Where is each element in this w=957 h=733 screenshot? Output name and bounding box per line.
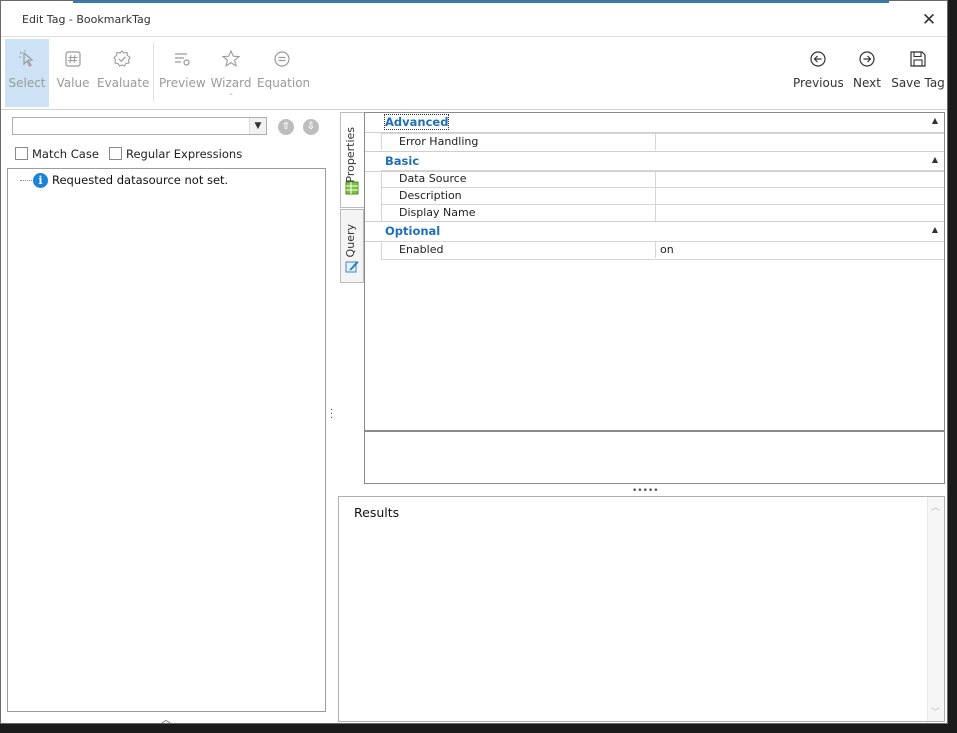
results-panel[interactable]: Results ︿ ﹀ xyxy=(338,496,945,722)
tab-query-label: Query xyxy=(344,224,357,258)
property-row[interactable]: Data Source xyxy=(381,170,944,187)
property-value[interactable] xyxy=(655,188,945,204)
regular-expressions-box[interactable] xyxy=(109,147,122,160)
hash-icon xyxy=(65,51,81,67)
arrow-right-circle-icon xyxy=(859,51,875,67)
select-button[interactable]: Select xyxy=(5,39,49,107)
evaluate-button[interactable]: Evaluate xyxy=(97,39,150,107)
evaluate-label: Evaluate xyxy=(97,76,150,90)
scroll-up-icon[interactable]: ︿ xyxy=(931,500,940,513)
property-row[interactable]: Description xyxy=(381,187,944,204)
tree-view[interactable]: i Requested datasource not set. xyxy=(7,168,326,712)
vertical-splitter[interactable]: · · · xyxy=(330,406,333,425)
previous-label: Previous xyxy=(793,76,844,90)
preview-button[interactable]: Preview xyxy=(159,39,206,107)
results-label: Results xyxy=(354,505,400,520)
wizard-label: Wizard xyxy=(210,76,252,90)
property-name: Error Handling xyxy=(399,135,479,148)
value-label: Value xyxy=(56,76,90,90)
next-label: Next xyxy=(853,76,881,90)
side-tabs: Properties Query xyxy=(340,112,364,284)
category-label: Advanced xyxy=(383,114,450,130)
property-name: Description xyxy=(399,189,462,202)
property-row[interactable]: Enabled on xyxy=(381,241,944,260)
equation-label: Equation xyxy=(257,76,311,90)
results-scrollbar[interactable]: ︿ ﹀ xyxy=(927,497,944,721)
edit-tag-window: Edit Tag - BookmarkTag ✕ Select Value Ev… xyxy=(0,0,948,726)
previous-button[interactable]: Previous xyxy=(793,39,844,107)
save-tag-label: Save Tag xyxy=(891,76,945,90)
left-panel: ▼ ⇧ ⇩ Match Case Regular Expressions i Re… xyxy=(7,112,326,712)
tree-connector xyxy=(20,180,32,181)
preview-label: Preview xyxy=(159,76,206,90)
scroll-down-icon[interactable]: ﹀ xyxy=(931,705,940,718)
save-icon xyxy=(910,51,926,67)
move-down-icon[interactable]: ⇩ xyxy=(303,119,319,135)
tab-query[interactable]: Query xyxy=(340,209,364,283)
property-description-panel xyxy=(364,431,945,484)
property-value[interactable]: on xyxy=(655,242,945,258)
preview-icon xyxy=(175,53,190,66)
move-up-icon[interactable]: ⇧ xyxy=(278,119,294,135)
category-label: Optional xyxy=(385,224,441,238)
property-value[interactable] xyxy=(655,171,945,187)
wizard-dropdown-icon: ⌄ xyxy=(228,89,234,97)
tree-message: Requested datasource not set. xyxy=(52,173,229,187)
close-icon[interactable]: ✕ xyxy=(918,9,940,31)
wizard-icon xyxy=(221,49,241,67)
datasource-combo[interactable]: ▼ xyxy=(12,117,267,135)
save-tag-button[interactable]: Save Tag xyxy=(891,39,945,107)
collapse-icon[interactable]: ▲ xyxy=(932,116,938,125)
equation-icon xyxy=(274,51,290,67)
tree-item[interactable]: i Requested datasource not set. xyxy=(20,171,228,189)
match-case-box[interactable] xyxy=(15,147,28,160)
arrow-left-circle-icon xyxy=(810,51,826,67)
property-grid-icon xyxy=(345,181,359,195)
category-optional[interactable]: Optional ▲ xyxy=(365,221,944,242)
toolbar: Select Value Evaluate Preview Wizard ⌄ E… xyxy=(1,36,947,110)
match-case-checkbox[interactable]: Match Case xyxy=(15,146,99,162)
cursor-icon xyxy=(19,50,34,67)
property-grid[interactable]: Advanced ▲ Error Handling Basic ▲ Data S… xyxy=(364,112,945,431)
regular-expressions-label: Regular Expressions xyxy=(126,147,243,161)
category-label: Basic xyxy=(385,154,420,168)
collapse-icon[interactable]: ▲ xyxy=(932,225,938,234)
chevron-up-icon[interactable]: ︿ xyxy=(161,711,171,726)
category-advanced[interactable]: Advanced ▲ xyxy=(365,113,944,133)
property-name: Enabled xyxy=(399,243,444,256)
tab-properties[interactable]: Properties xyxy=(340,112,364,208)
next-button[interactable]: Next xyxy=(849,39,885,107)
title-bar[interactable]: Edit Tag - BookmarkTag ✕ xyxy=(1,3,947,36)
value-button[interactable]: Value xyxy=(54,39,92,107)
category-basic[interactable]: Basic ▲ xyxy=(365,151,944,172)
property-value[interactable] xyxy=(655,205,945,221)
window-title: Edit Tag - BookmarkTag xyxy=(22,13,151,26)
chevron-down-icon[interactable]: ▼ xyxy=(249,118,266,134)
property-name: Display Name xyxy=(399,206,476,219)
wizard-button[interactable]: Wizard ⌄ xyxy=(209,39,253,107)
tab-properties-label: Properties xyxy=(344,127,357,183)
equation-button[interactable]: Equation xyxy=(257,39,311,107)
property-name: Data Source xyxy=(399,172,467,185)
collapse-icon[interactable]: ▲ xyxy=(932,155,938,164)
horizontal-splitter[interactable]: ••••• xyxy=(632,486,659,496)
property-row[interactable]: Display Name xyxy=(381,204,944,221)
toolbar-separator xyxy=(153,43,154,101)
property-value[interactable] xyxy=(655,134,945,150)
select-label: Select xyxy=(8,76,46,90)
query-edit-icon xyxy=(345,261,359,273)
match-case-label: Match Case xyxy=(32,147,99,161)
info-icon: i xyxy=(33,173,48,188)
check-badge-icon xyxy=(113,50,131,67)
property-row[interactable]: Error Handling xyxy=(381,133,944,150)
regular-expressions-checkbox[interactable]: Regular Expressions xyxy=(109,146,242,162)
